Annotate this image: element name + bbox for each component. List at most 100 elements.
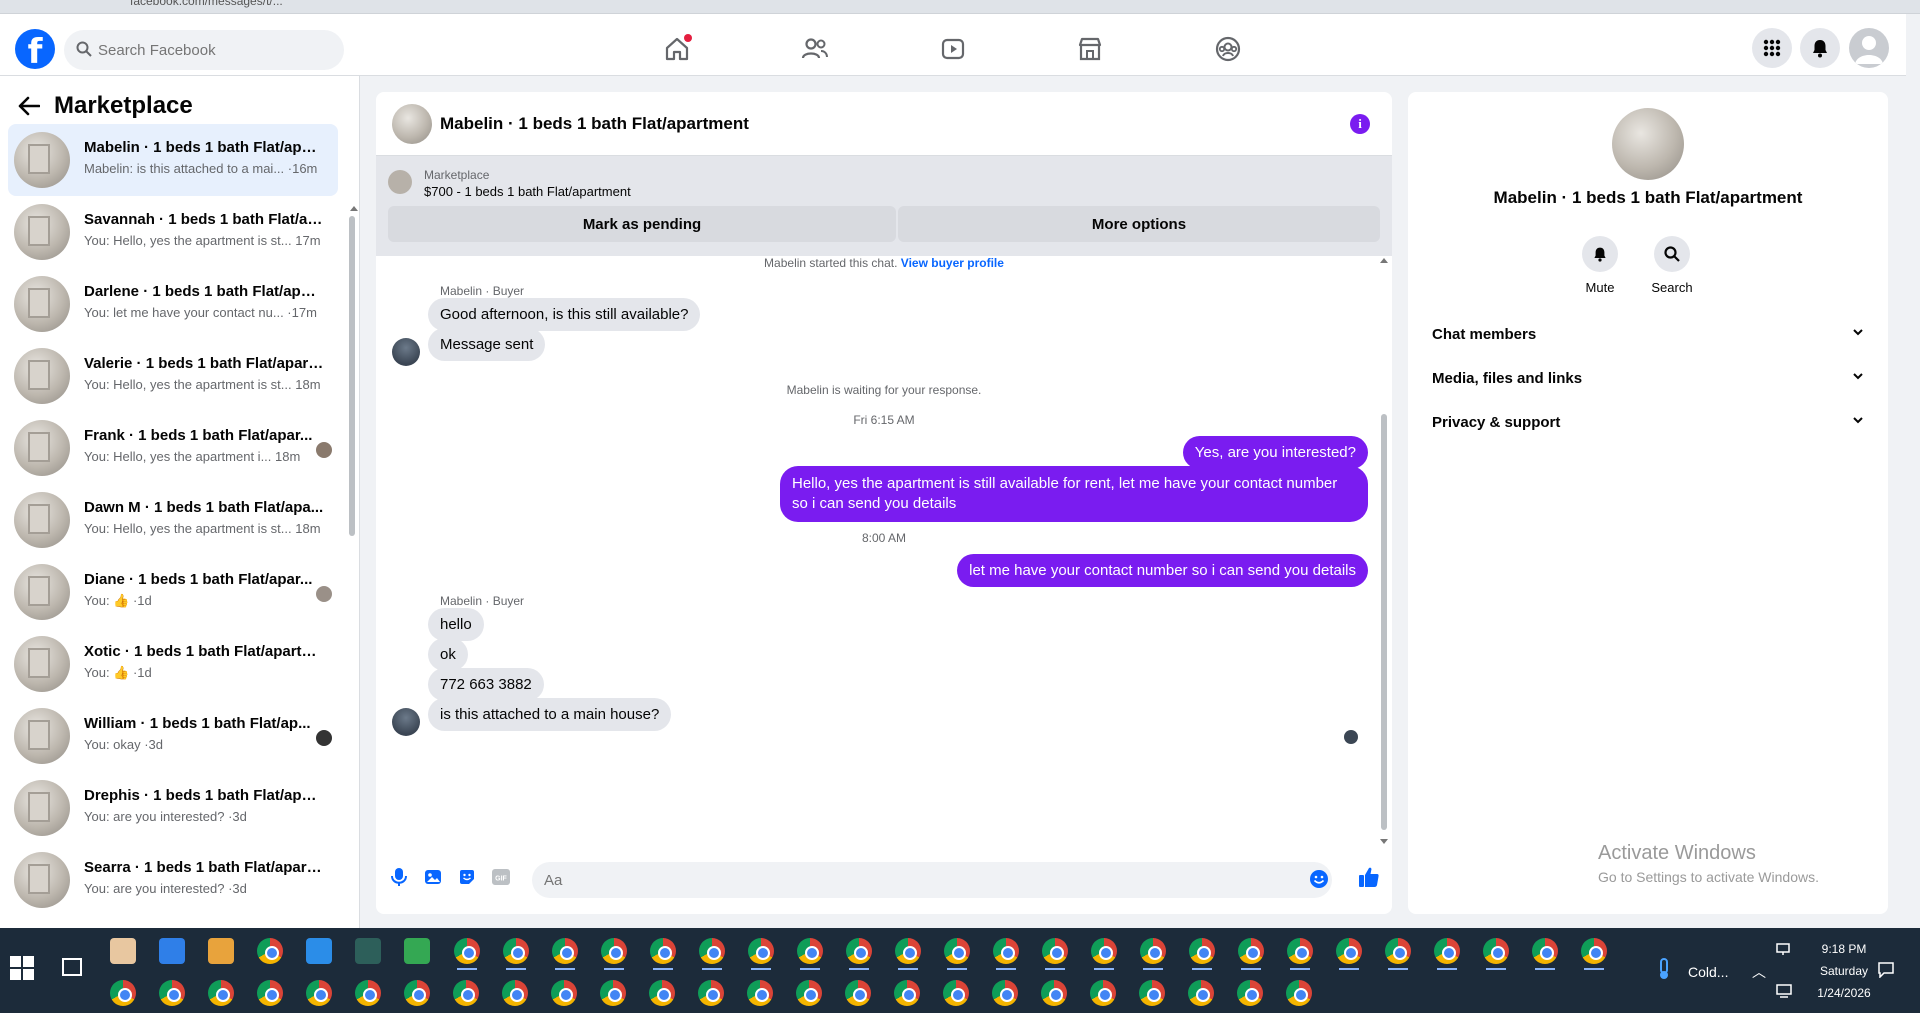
chrome-window-icon[interactable] [1434, 938, 1460, 964]
chrome-window-icon[interactable] [992, 980, 1018, 1006]
conversation-item[interactable]: Valerie · 1 beds 1 bath Flat/apart... Yo… [8, 340, 338, 412]
chrome-window-icon[interactable] [1483, 938, 1509, 964]
chrome-window-icon[interactable] [600, 980, 626, 1006]
conversation-item[interactable]: Dawn M · 1 beds 1 bath Flat/apa... You: … [8, 484, 338, 556]
gif-icon[interactable]: GIF [490, 866, 512, 888]
chrome-window-icon[interactable] [404, 980, 430, 1006]
chrome-window-icon[interactable] [699, 938, 725, 964]
facebook-logo[interactable]: f [15, 29, 55, 69]
search-input[interactable] [98, 30, 334, 70]
chrome-window-icon[interactable] [1385, 938, 1411, 964]
network-icon[interactable] [1776, 984, 1792, 1001]
message-input[interactable] [532, 862, 1332, 898]
sender-avatar[interactable] [392, 708, 420, 736]
conversation-item[interactable]: Frank · 1 beds 1 bath Flat/apar... You: … [8, 412, 338, 484]
friends-icon[interactable] [798, 32, 832, 66]
scrollbar-thumb[interactable] [1381, 414, 1387, 830]
incoming-message[interactable]: is this attached to a main house? [428, 698, 672, 731]
display-icon[interactable] [1776, 942, 1790, 959]
sender-avatar[interactable] [392, 338, 420, 366]
chrome-window-icon[interactable] [943, 980, 969, 1006]
chrome-window-icon[interactable] [110, 980, 136, 1006]
microphone-icon[interactable] [388, 866, 410, 888]
thumbs-up-icon[interactable] [1358, 866, 1380, 888]
chrome-window-icon[interactable] [797, 938, 823, 964]
chrome-window-icon[interactable] [1581, 938, 1607, 964]
chrome-window-icon[interactable] [552, 938, 578, 964]
notifications-bell-icon[interactable] [1800, 28, 1840, 68]
chevron-up-icon[interactable]: ︿ [1752, 962, 1766, 982]
conversation-item[interactable]: William · 1 beds 1 bath Flat/ap... You: … [8, 700, 338, 772]
chrome-window-icon[interactable] [208, 980, 234, 1006]
windows-start-icon[interactable] [10, 956, 34, 980]
media-files-links-row[interactable]: Media, files and links [1424, 358, 1872, 398]
chrome-window-icon[interactable] [1532, 938, 1558, 964]
taskbar-app-icon[interactable] [404, 938, 430, 964]
emoji-icon[interactable] [1308, 868, 1330, 890]
more-options-button[interactable]: More options [898, 206, 1380, 242]
chrome-window-icon[interactable] [1041, 980, 1067, 1006]
menu-grid-icon[interactable] [1752, 28, 1792, 68]
clock-day[interactable]: Saturday [1806, 964, 1882, 978]
scrollbar-thumb[interactable] [349, 216, 355, 536]
sidebar-scrollbar[interactable] [348, 116, 358, 928]
back-arrow-icon[interactable] [18, 96, 40, 116]
incoming-message[interactable]: 772 663 3882 [428, 668, 544, 701]
chrome-window-icon[interactable] [1336, 938, 1362, 964]
chrome-window-icon[interactable] [698, 980, 724, 1006]
incoming-message[interactable]: ok [428, 638, 468, 671]
outgoing-message[interactable]: let me have your contact number so i can… [957, 554, 1368, 587]
chrome-window-icon[interactable] [796, 980, 822, 1006]
conversation-item[interactable]: Mabelin · 1 beds 1 bath Flat/apar... Mab… [8, 124, 338, 196]
incoming-message[interactable]: Good afternoon, is this still available? [428, 298, 701, 331]
info-icon[interactable]: i [1350, 114, 1370, 134]
chrome-window-icon[interactable] [649, 980, 675, 1006]
chrome-window-icon[interactable] [944, 938, 970, 964]
chat-members-row[interactable]: Chat members [1424, 314, 1872, 354]
conversation-item[interactable]: Darlene · 1 beds 1 bath Flat/apar... You… [8, 268, 338, 340]
sticker-icon[interactable] [456, 866, 478, 888]
home-icon[interactable] [660, 32, 694, 66]
chrome-window-icon[interactable] [502, 980, 528, 1006]
chrome-window-icon[interactable] [551, 980, 577, 1006]
chrome-window-icon[interactable] [1237, 980, 1263, 1006]
chrome-window-icon[interactable] [1189, 938, 1215, 964]
mark-as-pending-button[interactable]: Mark as pending [388, 206, 896, 242]
chrome-window-icon[interactable] [453, 980, 479, 1006]
privacy-support-row[interactable]: Privacy & support [1424, 402, 1872, 442]
search-box[interactable] [64, 30, 344, 70]
chrome-window-icon[interactable] [993, 938, 1019, 964]
chrome-window-icon[interactable] [1140, 938, 1166, 964]
conversation-item[interactable]: Xotic · 1 beds 1 bath Flat/apartm... You… [8, 628, 338, 700]
chrome-window-icon[interactable] [845, 980, 871, 1006]
search-in-chat-button[interactable]: Search [1642, 236, 1702, 295]
view-buyer-profile-link[interactable]: View buyer profile [901, 256, 1004, 270]
photo-icon[interactable] [422, 866, 444, 888]
chat-scrollbar[interactable] [1378, 256, 1390, 846]
taskbar-app-icon[interactable] [110, 938, 136, 964]
details-avatar[interactable] [1612, 108, 1684, 180]
clock-time[interactable]: 9:18 PM [1806, 942, 1882, 956]
chrome-window-icon[interactable] [1238, 938, 1264, 964]
taskbar-app-icon[interactable] [355, 938, 381, 964]
task-view-icon[interactable] [62, 958, 82, 976]
chrome-window-icon[interactable] [306, 980, 332, 1006]
page-scrollbar[interactable] [1906, 76, 1920, 928]
chrome-window-icon[interactable] [650, 938, 676, 964]
incoming-message[interactable]: hello [428, 608, 484, 641]
incoming-message[interactable]: Message sent [428, 328, 546, 361]
taskbar-app-icon[interactable] [208, 938, 234, 964]
chrome-window-icon[interactable] [355, 980, 381, 1006]
conversation-item[interactable]: Drephis · 1 beds 1 bath Flat/apar... You… [8, 772, 338, 844]
chrome-window-icon[interactable] [747, 980, 773, 1006]
browser-url[interactable]: facebook.com/messages/t/... [130, 0, 283, 8]
chrome-window-icon[interactable] [1042, 938, 1068, 964]
chrome-window-icon[interactable] [1188, 980, 1214, 1006]
outgoing-message[interactable]: Yes, are you interested? [1182, 436, 1368, 469]
chat-avatar[interactable] [392, 104, 432, 144]
weather-text[interactable]: Cold... [1688, 964, 1728, 980]
chrome-app-icon[interactable] [257, 938, 283, 964]
notification-center-icon[interactable] [1878, 962, 1894, 981]
chrome-window-icon[interactable] [1286, 980, 1312, 1006]
clock-date[interactable]: 1/24/2026 [1806, 986, 1882, 1000]
